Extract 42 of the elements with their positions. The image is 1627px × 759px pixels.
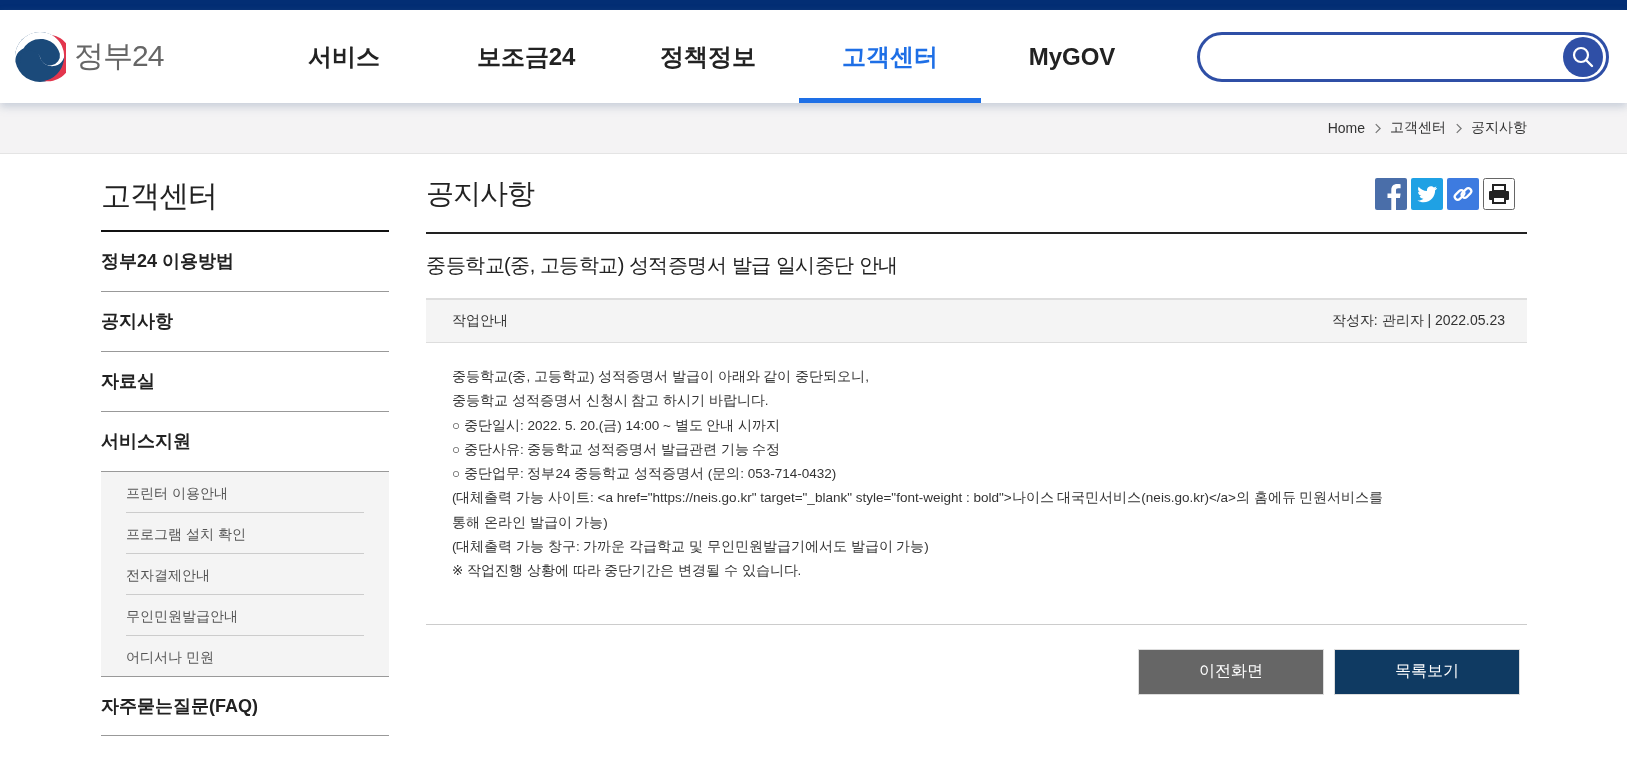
- notice-text: (대체출력 가능 사이트: <a href="https://neis.go.kr" target="_blank" style="font-weight : bold">나이스 대국민서비스(neis.go.kr)</a>의 홈에듀 민원서비스를 통해 온라인 발급이 가능): [452, 489, 1385, 532]
- nav-tab[interactable]: 정책정보: [617, 10, 799, 103]
- author-date: 작성자: 관리자 | 2022.05.23: [1331, 312, 1505, 330]
- logo[interactable]: 정부24: [14, 30, 253, 83]
- submenu-item[interactable]: 무인민원발급안내: [126, 595, 364, 636]
- submenu-item[interactable]: 전자결제안내: [126, 554, 364, 595]
- sidebar-item[interactable]: 자주묻는질문(FAQ): [101, 677, 389, 736]
- sidebar-title: 고객센터: [101, 154, 389, 232]
- submenu-item[interactable]: 프로그램 설치 확인: [126, 513, 364, 554]
- nav-tab[interactable]: 서비스: [253, 10, 435, 103]
- submenu-item[interactable]: 프린터 이용안내: [126, 472, 364, 513]
- notice-text: ○ 중단일시: 2022. 5. 20.(금) 14:00 ~ 별도 안내 시까지: [452, 416, 782, 435]
- link-icon[interactable]: [1447, 177, 1479, 210]
- page-title: 공지사항: [426, 176, 534, 211]
- taegeuk-icon: [14, 30, 66, 83]
- search-button[interactable]: [1563, 36, 1603, 77]
- notice-category: 작업안내: [452, 312, 508, 330]
- notice-text: ○ 중단업무: 정부24 중등학교 성적증명서 (문의: 053-714-0432): [452, 465, 838, 484]
- sidebar-item[interactable]: 공지사항: [101, 292, 389, 352]
- sidebar-item[interactable]: 자료실: [101, 352, 389, 412]
- notice-title: 중등학교(중, 고등학교) 성적증명서 발급 일시중단 안내: [426, 253, 899, 278]
- notice-text: ※ 작업진행 상황에 따라 중단기간은 변경될 수 있습니다.: [452, 562, 803, 581]
- breadcrumb-link[interactable]: 공지사항: [1471, 119, 1527, 137]
- facebook-icon[interactable]: [1375, 177, 1407, 210]
- breadcrumb-link[interactable]: Home: [1327, 120, 1365, 136]
- nav-tab[interactable]: MyGOV: [981, 10, 1163, 103]
- nav-tab[interactable]: 보조금24: [435, 10, 617, 103]
- print-icon[interactable]: [1483, 177, 1515, 210]
- notice-text: 중등학교 성적증명서 신청시 참고 하시기 바랍니다.: [452, 392, 770, 411]
- list-button[interactable]: 목록보기: [1334, 648, 1520, 695]
- breadcrumb-link[interactable]: 고객센터: [1390, 119, 1446, 137]
- search-icon: [1571, 44, 1595, 69]
- search-field[interactable]: [1197, 31, 1609, 82]
- twitter-icon[interactable]: [1411, 177, 1443, 210]
- sidebar-item[interactable]: 정부24 이용방법: [101, 232, 389, 292]
- chevron-icon: [1374, 122, 1381, 134]
- back-button[interactable]: 이전화면: [1138, 648, 1324, 695]
- submenu-item[interactable]: 어디서나 민원: [126, 636, 364, 676]
- notice-text: (대체출력 가능 창구: 가까운 각급학교 및 무인민원발급기에서도 발급이 가능): [452, 538, 930, 557]
- notice-text: 중등학교(중, 고등학교) 성적증명서 발급이 아래와 같이 중단되오니,: [452, 368, 870, 386]
- notice-text: ○ 중단사유: 중등학교 성적증명서 발급관련 기능 수정: [452, 440, 782, 459]
- chevron-icon: [1455, 122, 1462, 134]
